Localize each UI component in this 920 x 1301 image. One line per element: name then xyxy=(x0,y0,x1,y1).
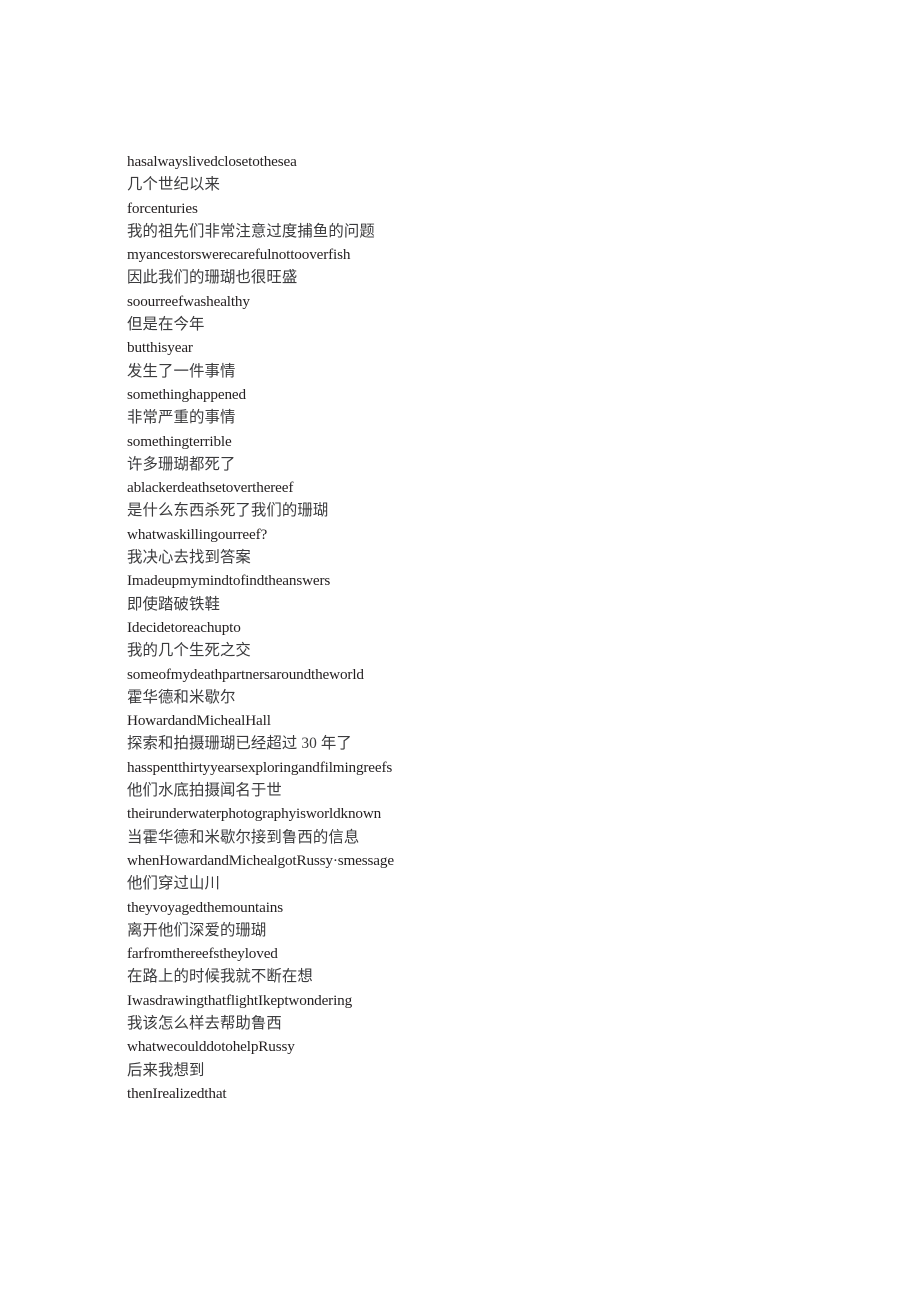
transcript-line-chinese: 霍华德和米歇尔 xyxy=(127,688,236,706)
transcript-line-english: someofmydeathpartnersaroundtheworld xyxy=(127,665,364,683)
transcript-line-english: theirunderwaterphotographyisworldknown xyxy=(127,805,382,823)
transcript-line-english: butthisyear xyxy=(127,339,193,357)
transcript-line-chinese: 许多珊瑚都死了 xyxy=(127,455,236,473)
transcript-line-chinese: 我决心去找到答案 xyxy=(127,549,251,567)
transcript-line-english: HowardandMichealHall xyxy=(127,712,271,730)
transcript-line-chinese: 我该怎么样去帮助鲁西 xyxy=(127,1014,282,1032)
transcript-line-english: farfromthereefstheyloved xyxy=(127,945,278,963)
transcript-line-english: thenIrealizedthat xyxy=(127,1084,227,1102)
transcript-body: hasalwayslivedclosetothesea 几个世纪以来 forcent… xyxy=(127,150,827,1105)
transcript-line-chinese: 即使踏破铁鞋 xyxy=(127,595,220,613)
transcript-line-chinese: 在路上的时候我就不断在想 xyxy=(127,968,313,986)
transcript-line-english: ablackerdeathsetoverthereef xyxy=(127,479,294,497)
transcript-line-english: theyvoyagedthemountains xyxy=(127,898,283,916)
transcript-line-english: somethinghappened xyxy=(127,385,246,403)
transcript-line-chinese: 是什么东西杀死了我们的珊瑚 xyxy=(127,502,329,520)
transcript-line-english: whatwaskillingourreef? xyxy=(127,525,268,543)
transcript-line-english: whenHowardandMichealgotRussy·smessage xyxy=(127,851,394,869)
transcript-line-english: IwasdrawingthatflightIkeptwondering xyxy=(127,991,353,1009)
transcript-line-chinese: 他们水底拍摄闻名于世 xyxy=(127,782,282,800)
transcript-line-chinese: 离开他们深爱的珊瑚 xyxy=(127,921,267,939)
transcript-line-chinese: 当霍华德和米歇尔接到鲁西的信息 xyxy=(127,828,360,846)
transcript-line-chinese: 因此我们的珊瑚也很旺盛 xyxy=(127,269,298,287)
transcript-line-chinese: 后来我想到 xyxy=(127,1061,205,1079)
transcript-line-chinese: 发生了一件事情 xyxy=(127,362,236,380)
transcript-line-chinese: 探索和拍摄珊瑚已经超过 30 年了 xyxy=(127,735,352,753)
transcript-line-english: Imadeupmymindtofindtheanswers xyxy=(127,572,331,590)
transcript-line-english: soourreefwashealthy xyxy=(127,292,250,310)
transcript-line-chinese: 我的几个生死之交 xyxy=(127,642,251,660)
transcript-line-english: forcenturies xyxy=(127,199,198,217)
document-page: hasalwayslivedclosetothesea 几个世纪以来 forcent… xyxy=(0,0,920,1301)
transcript-line-chinese: 几个世纪以来 xyxy=(127,176,220,194)
transcript-line-english: hasspentthirtyyearsexploringandfilmingre… xyxy=(127,758,393,776)
transcript-line-english: somethingterrible xyxy=(127,432,232,450)
transcript-line-english: hasalwayslivedclosetothesea xyxy=(127,153,297,170)
transcript-line-chinese: 非常严重的事情 xyxy=(127,409,236,427)
transcript-line-english: whatwecoulddotohelpRussy xyxy=(127,1038,295,1056)
transcript-line-english: Idecidetoreachupto xyxy=(127,618,241,636)
transcript-line-chinese: 但是在今年 xyxy=(127,316,205,334)
transcript-line-chinese: 我的祖先们非常注意过度捕鱼的问题 xyxy=(127,222,375,240)
transcript-line-chinese: 他们穿过山川 xyxy=(127,875,220,893)
transcript-line-english: myancestorswerecarefulnottooverfish xyxy=(127,246,351,264)
